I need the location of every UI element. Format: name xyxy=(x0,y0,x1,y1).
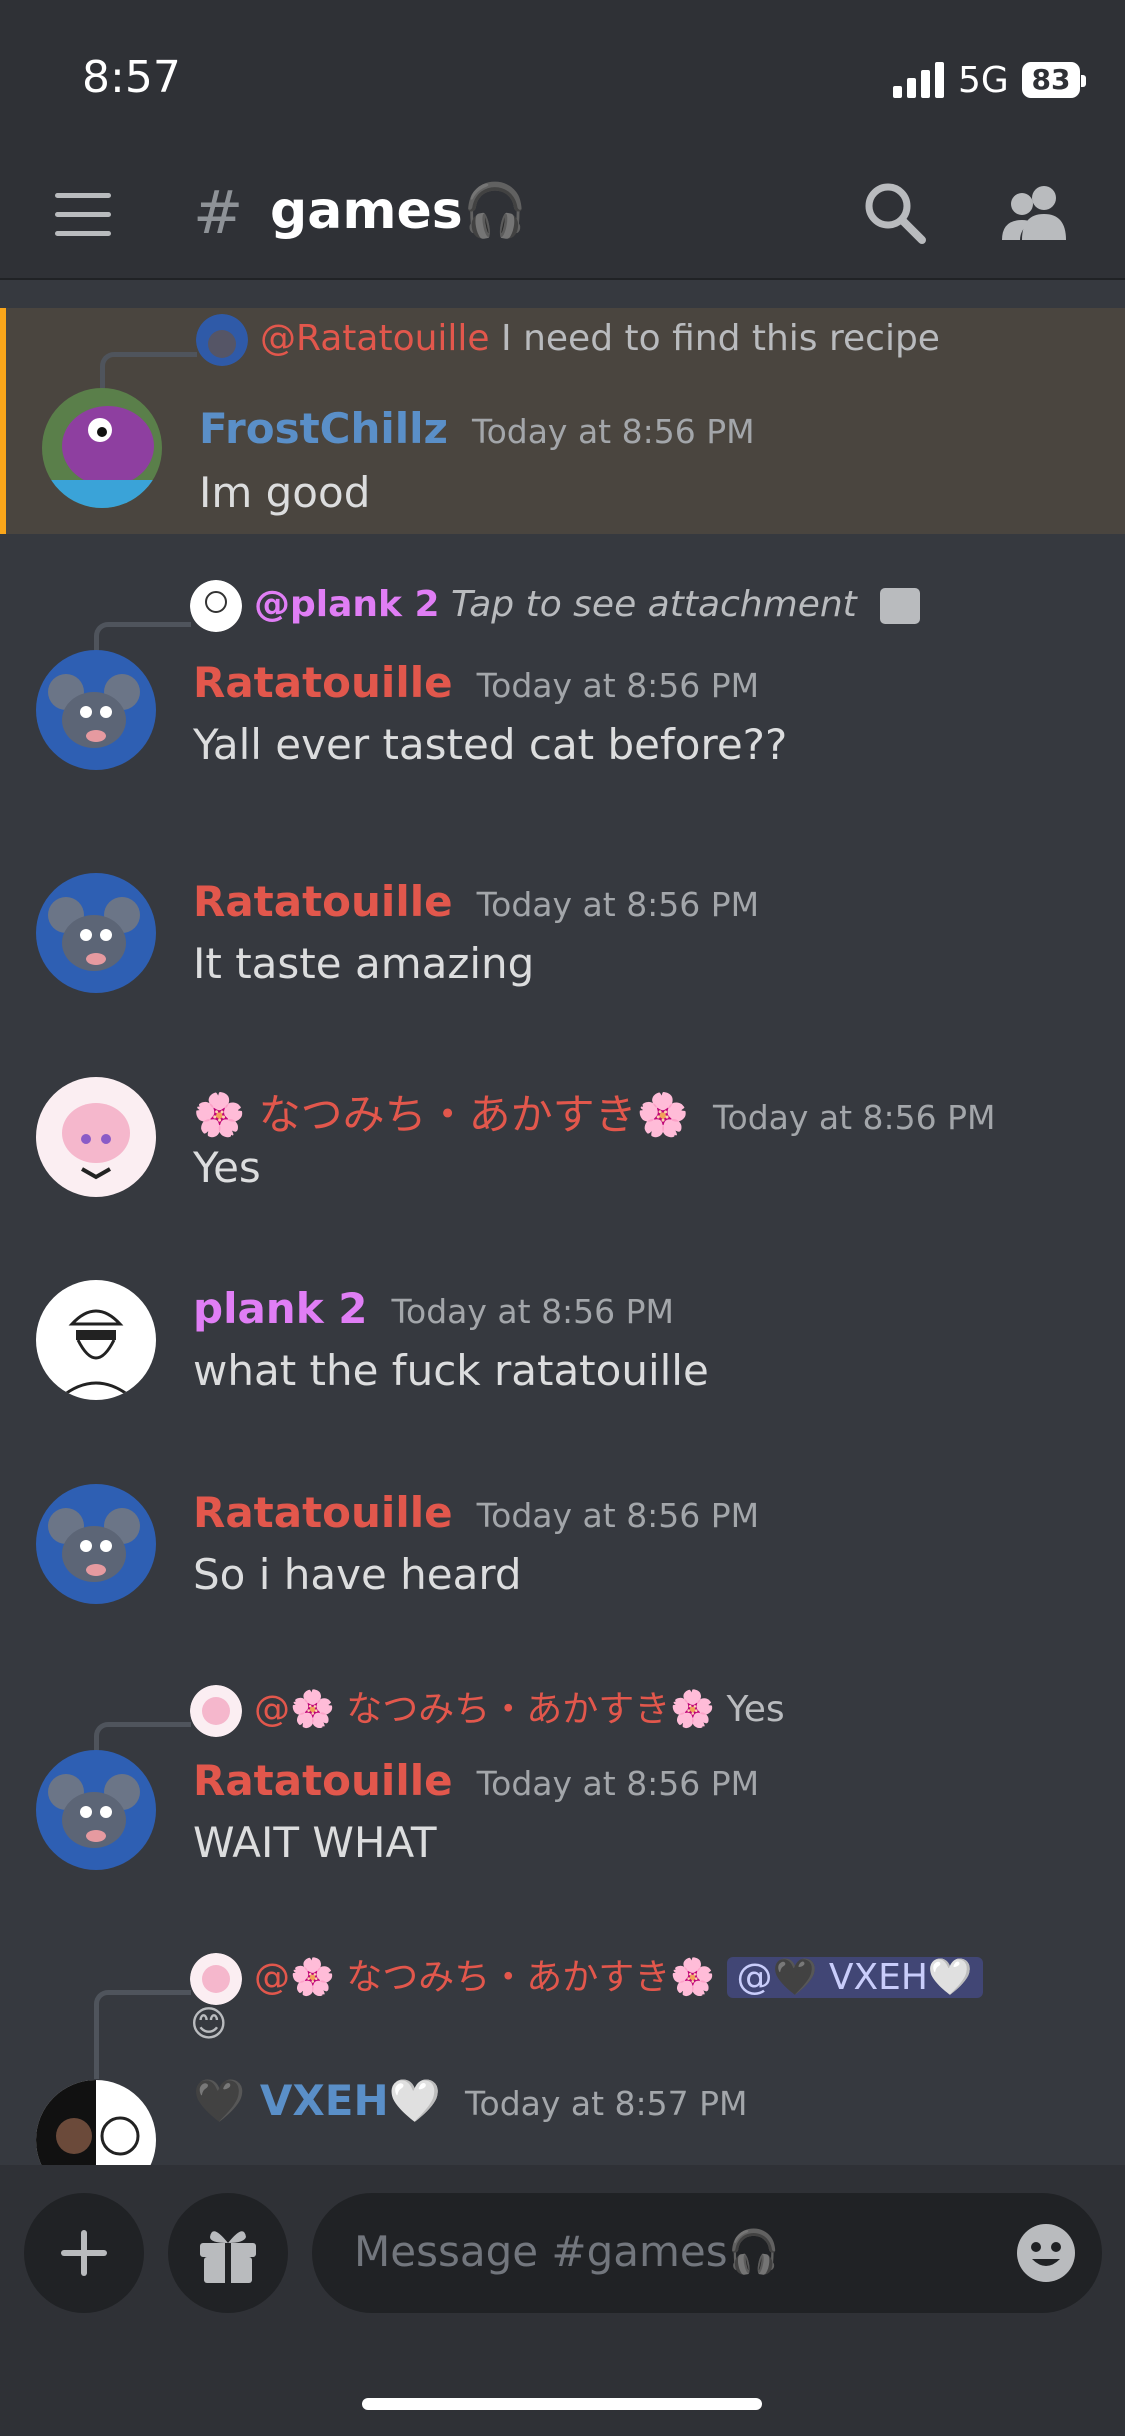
message-author[interactable]: FrostChillz Today at 8:56 PM xyxy=(199,404,755,453)
plus-icon xyxy=(61,2230,107,2276)
message-content: Im good xyxy=(199,468,371,517)
gift-button[interactable] xyxy=(168,2193,288,2313)
reply-avatar xyxy=(196,314,248,366)
reply-avatar xyxy=(190,1953,242,2005)
message-timestamp: Today at 8:57 PM xyxy=(464,2084,748,2123)
reply-spine xyxy=(100,352,197,391)
reply-author: @Ratatouille xyxy=(260,318,490,359)
reply-preview[interactable]: @plank 2 Tap to see attachment xyxy=(190,580,921,632)
avatar[interactable] xyxy=(36,873,156,993)
reply-text: Yes xyxy=(726,1689,785,1730)
message-item[interactable]: 🌸 なつみち・あかすき🌸 Today at 8:56 PM Yes xyxy=(0,1077,1125,1237)
message-input[interactable]: Message #games🎧 xyxy=(312,2193,1102,2313)
message-item[interactable]: Ratatouille Today at 8:56 PM So i have he… xyxy=(0,1484,1125,1644)
avatar[interactable] xyxy=(36,2080,156,2165)
message-author[interactable]: plank 2 Today at 8:56 PM xyxy=(193,1284,674,1333)
message-content: So i have heard xyxy=(193,1550,522,1599)
message-timestamp: Today at 8:56 PM xyxy=(472,412,755,451)
reply-author: @plank 2 xyxy=(254,584,440,625)
network-label: 5G xyxy=(958,60,1009,101)
message-item[interactable]: @🌸 なつみち・あかすき🌸 @🖤 VXEH🤍 😊 🖤 VXEH🤍 Today at… xyxy=(0,1948,1125,2165)
reply-text: I need to find this recipe xyxy=(501,318,940,359)
message-placeholder: Message #games🎧 xyxy=(354,2227,780,2276)
message-author[interactable]: 🖤 VXEH🤍 Today at 8:57 PM xyxy=(193,2076,748,2126)
battery-icon: 83 xyxy=(1022,62,1086,98)
message-item[interactable]: @plank 2 Tap to see attachment Ratatouil… xyxy=(0,580,1125,800)
message-author[interactable]: 🌸 なつみち・あかすき🌸 Today at 8:56 PM xyxy=(193,1081,996,1142)
hash-icon: # xyxy=(193,178,244,248)
reply-preview[interactable]: @🌸 なつみち・あかすき🌸 Yes xyxy=(190,1680,785,1737)
message-content: Yall ever tasted cat before?? xyxy=(193,720,788,769)
reply-extra: 😊 xyxy=(190,2004,228,2045)
avatar[interactable] xyxy=(36,1750,156,1870)
message-author[interactable]: Ratatouille Today at 8:56 PM xyxy=(193,1488,759,1537)
message-author[interactable]: Ratatouille Today at 8:56 PM xyxy=(193,1756,759,1805)
message-item[interactable]: @Ratatouille I need to find this recipe … xyxy=(0,308,1125,534)
status-time: 8:57 xyxy=(82,52,181,103)
reply-preview[interactable]: @🌸 なつみち・あかすき🌸 @🖤 VXEH🤍 xyxy=(190,1948,983,2005)
message-content: what the fuck ratatouille xyxy=(193,1346,709,1395)
reply-author: @🌸 なつみち・あかすき🌸 xyxy=(254,1957,716,1998)
members-icon[interactable] xyxy=(1000,178,1070,248)
emoji-icon[interactable] xyxy=(1014,2221,1078,2285)
message-timestamp: Today at 8:56 PM xyxy=(476,1764,760,1803)
message-timestamp: Today at 8:56 PM xyxy=(391,1292,675,1331)
avatar[interactable] xyxy=(36,1280,156,1400)
message-content: WAIT WHAT xyxy=(193,1818,437,1867)
reply-preview[interactable]: @Ratatouille I need to find this recipe xyxy=(196,314,940,366)
message-content: Yes xyxy=(193,1143,261,1192)
reply-spine xyxy=(94,1990,191,2079)
message-timestamp: Today at 8:56 PM xyxy=(476,1496,760,1535)
gift-icon xyxy=(200,2231,256,2283)
avatar[interactable] xyxy=(36,1077,156,1197)
message-content: It taste amazing xyxy=(193,939,535,988)
message-timestamp: Today at 8:56 PM xyxy=(712,1098,996,1137)
message-author[interactable]: Ratatouille Today at 8:56 PM xyxy=(193,658,759,707)
search-icon[interactable] xyxy=(860,178,930,248)
message-timestamp: Today at 8:56 PM xyxy=(476,885,760,924)
avatar[interactable] xyxy=(42,388,162,508)
avatar[interactable] xyxy=(36,650,156,770)
reply-avatar xyxy=(190,1685,242,1737)
reply-author: @🌸 なつみち・あかすき🌸 xyxy=(254,1689,716,1730)
signal-icon xyxy=(893,62,945,98)
message-composer: Message #games🎧 xyxy=(0,2165,1125,2436)
avatar[interactable] xyxy=(36,1484,156,1604)
channel-title[interactable]: games🎧 xyxy=(270,180,527,241)
reply-mention[interactable]: @🖤 VXEH🤍 xyxy=(726,1957,983,1998)
message-item[interactable]: @🌸 なつみち・あかすき🌸 Yes Ratatouille Today at 8:… xyxy=(0,1680,1125,1910)
reply-text: Tap to see attachment xyxy=(451,584,857,625)
message-item[interactable]: plank 2 Today at 8:56 PM what the fuck ra… xyxy=(0,1280,1125,1440)
image-icon xyxy=(880,588,921,624)
message-item[interactable]: Ratatouille Today at 8:56 PM It taste ama… xyxy=(0,873,1125,1033)
menu-icon[interactable] xyxy=(55,193,111,237)
home-indicator xyxy=(362,2398,762,2410)
channel-header: # games🎧 xyxy=(0,150,1125,280)
add-button[interactable] xyxy=(24,2193,144,2313)
message-author[interactable]: Ratatouille Today at 8:56 PM xyxy=(193,877,759,926)
message-list[interactable]: @Ratatouille I need to find this recipe … xyxy=(0,280,1125,2165)
message-timestamp: Today at 8:56 PM xyxy=(476,666,760,705)
status-bar: 8:57 5G 83 xyxy=(0,0,1125,150)
reply-avatar xyxy=(190,580,242,632)
